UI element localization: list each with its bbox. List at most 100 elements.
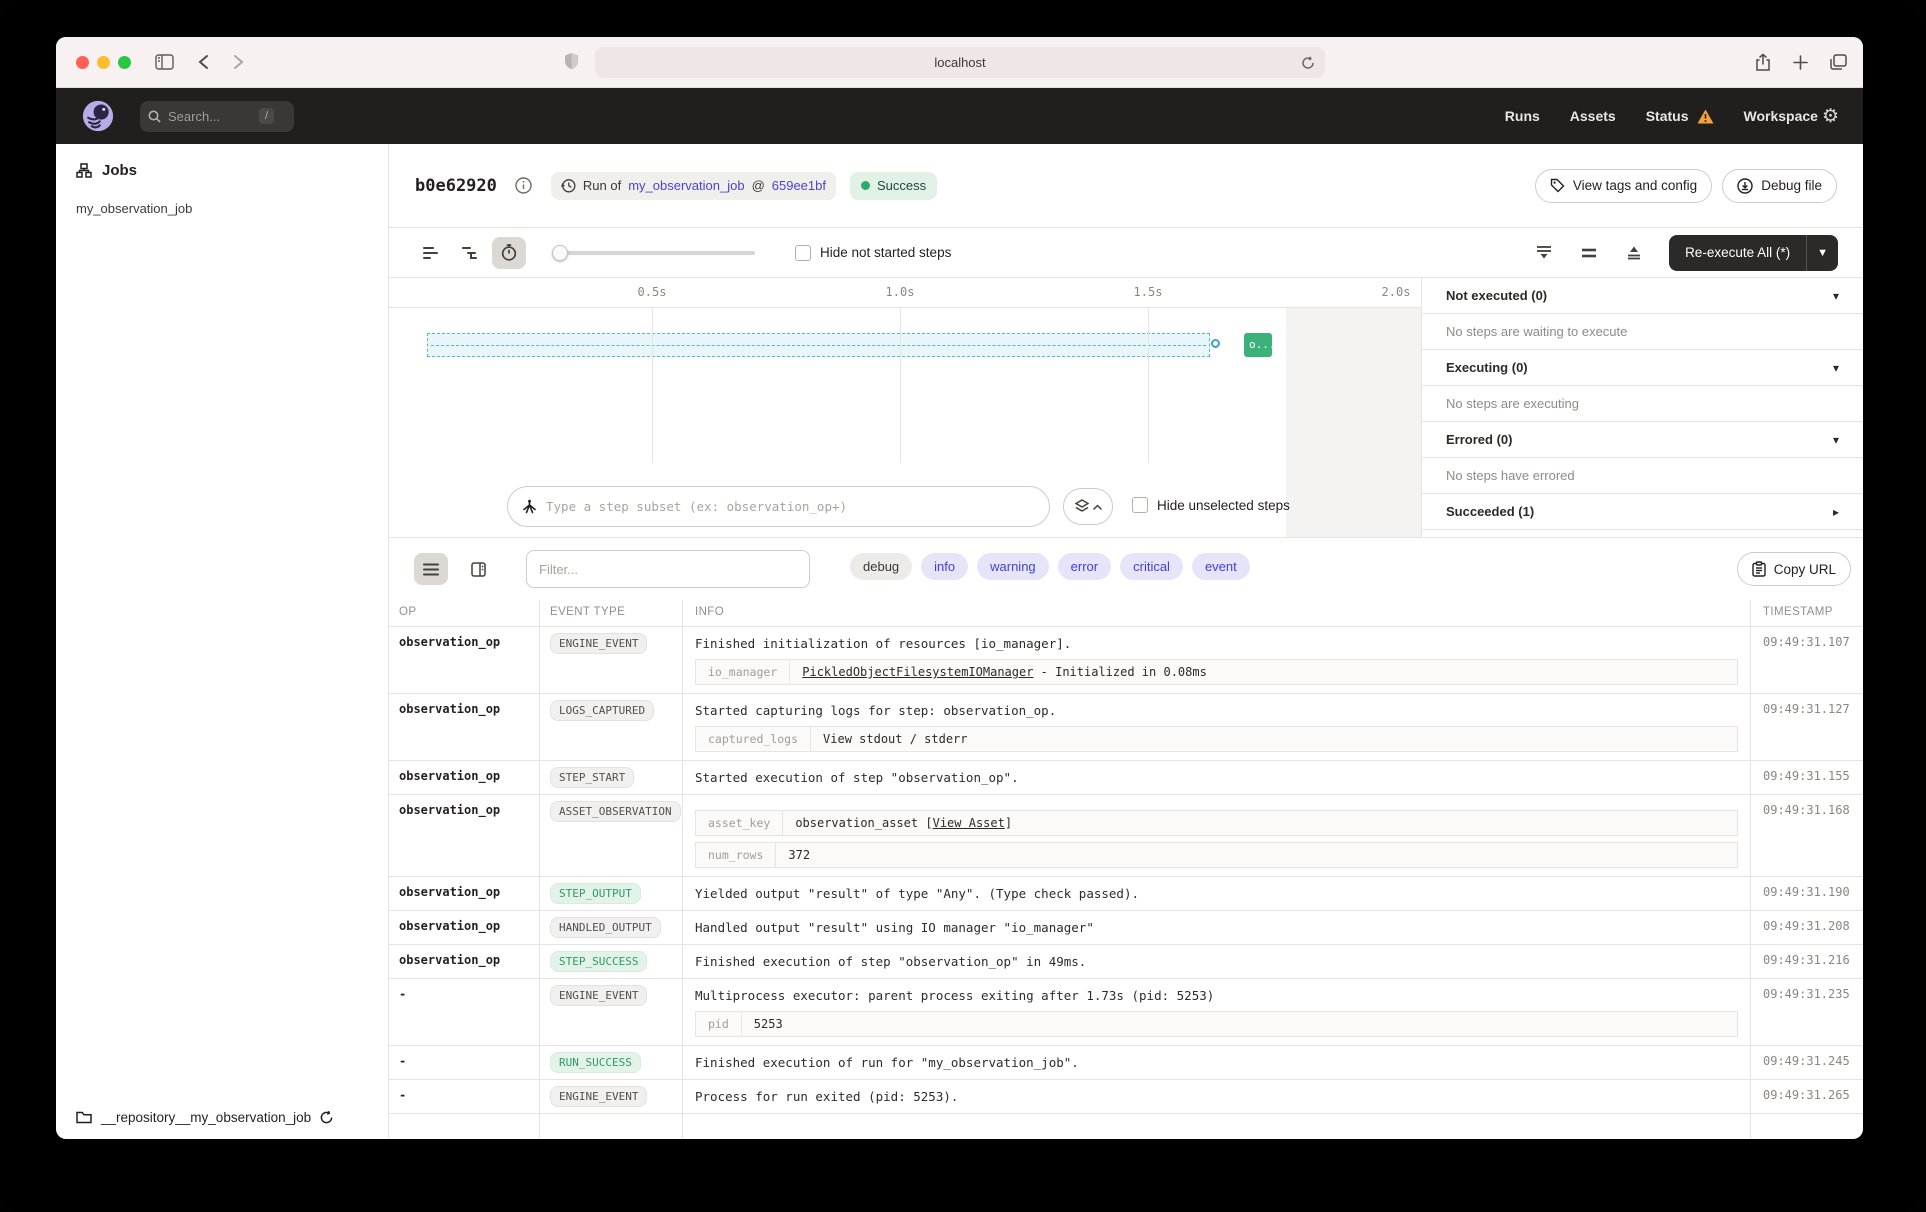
log-level-chip-info[interactable]: info [921,553,968,580]
zoom-slider[interactable] [552,245,755,261]
log-level-chip-event[interactable]: event [1192,553,1250,580]
column-header: EVENT TYPE [540,600,683,626]
log-level-chip-critical[interactable]: critical [1120,553,1183,580]
log-info: asset_keyobservation_asset [View Asset]n… [683,795,1751,876]
reexecute-dropdown-caret[interactable]: ▼ [1806,235,1838,271]
gantt-tick-label: 1.5s [1134,285,1163,299]
event-type-badge: STEP_SUCCESS [550,951,647,972]
run-of-label: Run of [583,178,621,193]
new-tab-icon[interactable] [1793,55,1808,70]
app-header: / Runs Assets Status Workspace ⚙ [56,88,1863,144]
log-row: - ENGINE_EVENT Process for run exited (p… [389,1080,1863,1114]
hide-unselected-checkbox[interactable]: Hide unselected steps [1132,497,1290,513]
log-timestamp[interactable]: 09:49:31.168 [1751,795,1863,876]
forward-icon[interactable] [233,54,244,70]
log-timestamp[interactable]: 09:49:31.265 [1751,1080,1863,1113]
view-waterfall-icon[interactable] [453,237,487,269]
minimize-window-button[interactable] [97,56,110,69]
log-timestamp[interactable]: 09:49:31.107 [1751,627,1863,693]
op-selector-icon [522,499,537,514]
sidebar-job-item[interactable]: my_observation_job [76,201,368,216]
jobs-sidebar: Jobs my_observation_job __repository__my… [56,144,389,1139]
tab-overview-icon[interactable] [1830,54,1847,70]
column-header: INFO [683,600,1751,626]
logs-toolbar: debug info warning error critical event … [389,537,1863,600]
nav-item-workspace[interactable]: Workspace [1744,108,1818,124]
gantt-step-box[interactable]: o... [1244,333,1272,357]
gear-icon[interactable]: ⚙ [1822,107,1839,126]
view-timed-icon[interactable] [492,237,526,269]
code-version-link[interactable]: 659ee1bf [772,178,826,193]
reload-icon[interactable] [1301,56,1315,70]
address-bar[interactable]: localhost [595,47,1325,78]
log-row: observation_op STEP_START Started execut… [389,761,1863,795]
reload-repository-icon[interactable] [320,1111,333,1124]
log-timestamp[interactable]: 09:49:31.245 [1751,1046,1863,1079]
split-panel-icon[interactable] [1572,237,1606,269]
hide-not-started-checkbox[interactable]: Hide not started steps [795,245,951,261]
expand-panel-up-icon[interactable] [1617,237,1651,269]
top-nav: Runs Assets Status Workspace [1505,108,1818,124]
metadata-label: pid [696,1012,742,1036]
event-type-badge: STEP_START [550,767,634,788]
log-op: observation_op [389,627,540,693]
event-type-badge: ENGINE_EVENT [550,985,647,1006]
metadata-link[interactable]: View Asset [933,816,1005,830]
section-caret-icon: ▾ [1833,289,1839,303]
warning-icon [1697,109,1714,124]
gantt-chart: 0.5s1.0s1.5s2.0s o... [389,278,1421,537]
log-op: - [389,1080,540,1113]
info-icon[interactable] [511,173,537,199]
metadata-label: io_manager [696,660,790,684]
copy-url-button[interactable]: Copy URL [1737,552,1851,586]
log-level-chip-warning[interactable]: warning [977,553,1049,580]
log-level-chip-debug[interactable]: debug [850,553,912,580]
back-icon[interactable] [198,54,209,70]
layers-selector-button[interactable] [1063,488,1113,525]
panel-section-header[interactable]: Not executed (0) ▾ [1422,278,1863,314]
panel-section-body: No steps are executing [1422,386,1863,422]
log-timestamp[interactable]: 09:49:31.208 [1751,911,1863,944]
metadata-link[interactable]: PickledObjectFilesystemIOManager [802,665,1033,679]
log-timestamp[interactable]: 09:49:31.155 [1751,761,1863,794]
view-tags-config-button[interactable]: View tags and config [1535,169,1712,203]
log-timestamp[interactable]: 09:49:31.235 [1751,979,1863,1045]
log-timestamp[interactable]: 09:49:31.190 [1751,877,1863,910]
step-subset-field[interactable] [507,486,1050,527]
job-name-link[interactable]: my_observation_job [628,178,744,193]
debug-file-button[interactable]: Debug file [1722,169,1837,203]
step-subset-input[interactable] [546,499,1035,514]
reexecute-all-button[interactable]: Re-execute All (*) [1669,235,1806,271]
close-window-button[interactable] [76,56,89,69]
log-info: Process for run exited (pid: 5253). [683,1080,1751,1113]
log-timestamp[interactable]: 09:49:31.127 [1751,694,1863,760]
log-filter-input[interactable] [526,550,810,588]
nav-item-status[interactable]: Status [1646,108,1714,124]
gantt-step-marker[interactable] [1211,339,1220,348]
log-level-chip-error[interactable]: error [1058,553,1111,580]
share-icon[interactable] [1755,53,1771,72]
zoom-slider-thumb[interactable] [552,245,568,261]
nav-item-runs[interactable]: Runs [1505,108,1540,124]
log-timestamp[interactable]: 09:49:31.216 [1751,945,1863,978]
log-structured-view-icon[interactable] [461,553,495,585]
metadata-value: 372 [776,843,822,867]
gantt-run-span-bar[interactable] [427,333,1210,357]
nav-item-assets[interactable]: Assets [1570,108,1616,124]
panel-section-header[interactable]: Succeeded (1) ▸ [1422,494,1863,530]
log-list-view-icon[interactable] [414,553,448,585]
panel-section-header[interactable]: Errored (0) ▾ [1422,422,1863,458]
panel-section-header[interactable]: Executing (0) ▾ [1422,350,1863,386]
privacy-shield-icon[interactable] [564,52,579,70]
view-flat-icon[interactable] [414,237,448,269]
log-row: observation_op STEP_OUTPUT Yielded outpu… [389,877,1863,911]
global-search[interactable]: / [140,101,294,132]
collapse-panel-down-icon[interactable] [1527,237,1561,269]
search-input[interactable] [168,109,252,124]
sidebar-toggle-icon[interactable] [155,54,174,70]
dagster-logo-icon[interactable] [82,100,114,132]
log-row: - ENGINE_EVENT Multiprocess executor: pa… [389,979,1863,1046]
log-row: observation_op HANDLED_OUTPUT Handled ou… [389,911,1863,945]
zoom-window-button[interactable] [118,56,131,69]
repository-row[interactable]: __repository__my_observation_job [56,1096,388,1139]
